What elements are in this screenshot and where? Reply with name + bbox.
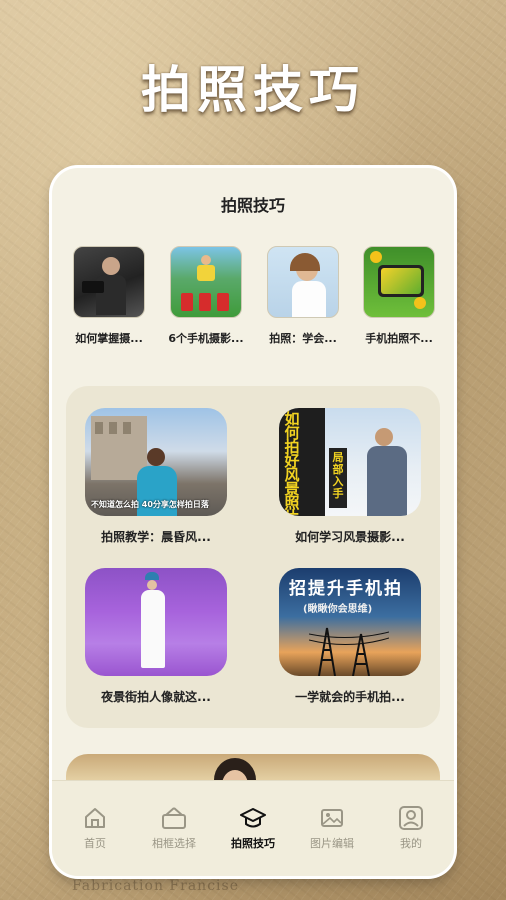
video-thumbnail xyxy=(85,568,227,676)
video-card-1[interactable]: 不知道怎么拍 40分享怎样拍日落 拍照教学：晨昏风... xyxy=(76,408,236,545)
top-article-2[interactable]: 6个手机摄影... xyxy=(161,246,251,346)
video-thumbnail: 如何拍好风景照片 局部入手 xyxy=(279,408,421,516)
power-tower-icon xyxy=(309,627,389,676)
graduation-cap-icon xyxy=(240,808,266,828)
video-card-2[interactable]: 如何拍好风景照片 局部入手 如何学习风景摄影... xyxy=(270,408,430,545)
video-caption: 不知道怎么拍 40分享怎样拍日落 xyxy=(91,500,209,509)
video-label: 夜景街拍人像就这... xyxy=(101,690,211,704)
tab-home[interactable]: 首页 xyxy=(60,805,130,851)
tab-label: 相框选择 xyxy=(152,837,196,850)
top-article-label: 手机拍照不... xyxy=(365,332,433,345)
video-label: 一学就会的手机拍... xyxy=(295,690,405,704)
video-card-4[interactable]: 招提升手机拍 (瞅瞅你会思维) 一学就会的手机拍... xyxy=(270,568,430,705)
top-articles-row: 如何掌握摄... 6个手机摄影... 拍照：学会... 手机拍照不... xyxy=(52,246,454,346)
card-title: 拍照技巧 xyxy=(220,196,285,215)
top-article-4[interactable]: 手机拍照不... xyxy=(354,246,444,346)
tab-image-edit[interactable]: 图片编辑 xyxy=(297,805,367,851)
video-label: 如何学习风景摄影... xyxy=(295,530,405,544)
tab-label: 首页 xyxy=(84,837,106,850)
tab-label: 我的 xyxy=(400,837,422,850)
tab-label: 图片编辑 xyxy=(310,837,354,850)
image-edit-icon xyxy=(321,809,343,827)
top-article-3[interactable]: 拍照：学会... xyxy=(258,246,348,346)
user-icon xyxy=(399,806,423,830)
video-overlay-right-text: 局部入手 xyxy=(332,451,344,500)
top-article-label: 如何掌握摄... xyxy=(75,332,143,345)
video-thumbnail: 招提升手机拍 (瞅瞅你会思维) xyxy=(279,568,421,676)
top-article-label: 拍照：学会... xyxy=(269,332,337,345)
top-article-1[interactable]: 如何掌握摄... xyxy=(64,246,154,346)
content-card: 拍照技巧 如何掌握摄... 6个手机摄影... 拍照：学会... 手机拍照不..… xyxy=(52,168,454,876)
video-overlay-subtitle: (瞅瞅你会思维) xyxy=(303,604,373,615)
thumbnail-image xyxy=(170,246,242,318)
video-thumbnail: 不知道怎么拍 40分享怎样拍日落 xyxy=(85,408,227,516)
page-title: 拍照技巧 xyxy=(141,61,365,119)
video-card-3[interactable]: 夜景街拍人像就这... xyxy=(76,568,236,705)
video-label: 拍照教学：晨昏风... xyxy=(101,530,211,544)
video-overlay-left-text: 如何拍好风景照片 xyxy=(284,410,300,517)
top-article-label: 6个手机摄影... xyxy=(168,332,244,345)
video-panel: 不知道怎么拍 40分享怎样拍日落 拍照教学：晨昏风... 如何拍好风景照片 局部… xyxy=(66,386,440,728)
tab-photo-tips[interactable]: 拍照技巧 xyxy=(218,805,288,851)
tab-label: 拍照技巧 xyxy=(231,837,275,850)
video-overlay-title: 招提升手机拍 xyxy=(289,579,403,599)
frame-icon xyxy=(162,807,186,829)
home-icon xyxy=(85,808,105,828)
bottom-tab-bar: 首页 相框选择 拍照技巧 图片编辑 我的 xyxy=(52,780,454,876)
tab-frame-select[interactable]: 相框选择 xyxy=(139,805,209,851)
background-watermark: Fabrication Francise xyxy=(72,878,239,894)
thumbnail-image xyxy=(267,246,339,318)
thumbnail-image xyxy=(73,246,145,318)
tab-mine[interactable]: 我的 xyxy=(376,805,446,851)
thumbnail-image xyxy=(363,246,435,318)
